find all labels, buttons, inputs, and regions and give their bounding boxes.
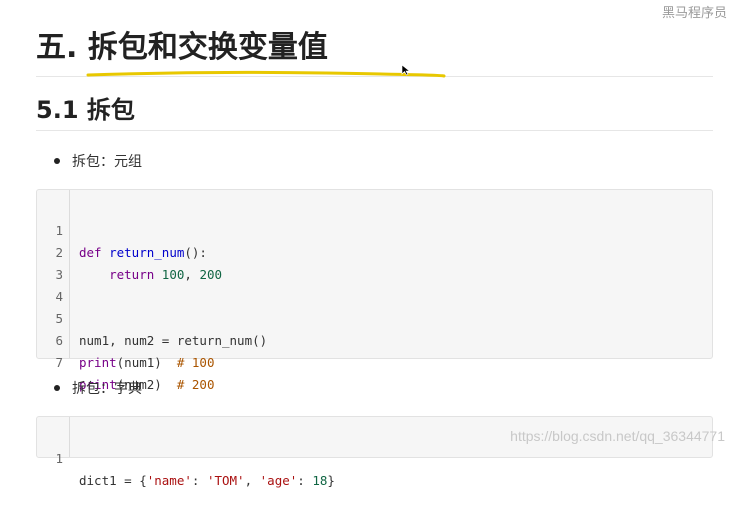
list-item: 拆包：字典 bbox=[54, 378, 142, 398]
code-text: dict1 = { bbox=[79, 473, 147, 488]
code-line: 3 bbox=[37, 242, 712, 282]
list-item-text: 拆包：元组 bbox=[72, 154, 142, 170]
code-text: : bbox=[297, 473, 313, 488]
code-text: , bbox=[244, 473, 260, 488]
code-text: } bbox=[327, 473, 335, 488]
code-number: 18 bbox=[312, 473, 328, 488]
watermark-logo-text: 黑马程序员 bbox=[661, 6, 727, 21]
code-string: 'name' bbox=[146, 473, 192, 488]
code-string: 'age' bbox=[259, 473, 298, 488]
code-comment: # 200 bbox=[176, 377, 215, 392]
bullet-icon bbox=[54, 158, 60, 164]
list-item-text: 拆包：字典 bbox=[72, 381, 142, 397]
code-line: 4 bbox=[37, 264, 712, 304]
code-line: 6 print(num1) # 100 bbox=[37, 308, 712, 370]
code-string: 'TOM' bbox=[206, 473, 245, 488]
code-line: 1 def return_num(): bbox=[37, 198, 712, 260]
heading-text: 五. 拆包和交换变量值 bbox=[36, 30, 328, 65]
code-text: : bbox=[191, 473, 207, 488]
section-heading: 5.1 拆包 bbox=[36, 90, 713, 131]
line-number: 7 bbox=[55, 355, 63, 370]
code-line: 5 num1, num2 = return_num() bbox=[37, 286, 712, 348]
watermark-url: https://blog.csdn.net/qq_36344771 bbox=[510, 428, 725, 444]
code-comment: # 100 bbox=[176, 355, 215, 370]
line-number: 1 bbox=[55, 451, 63, 466]
mouse-cursor-icon bbox=[401, 64, 411, 76]
page-heading: 五. 拆包和交换变量值 bbox=[36, 28, 713, 78]
code-line: 7 print(num2) # 200 bbox=[37, 330, 712, 392]
code-text: (num1) bbox=[116, 355, 177, 370]
bullet-icon bbox=[54, 385, 60, 391]
code-line: 2 return 100, 200 bbox=[37, 220, 712, 282]
highlight-underline bbox=[86, 70, 446, 78]
code-block[interactable]: 1 def return_num(): 2 return 100, 200 3 … bbox=[36, 189, 713, 392]
list-item: 拆包：元组 bbox=[54, 151, 142, 171]
code-keyword: print bbox=[79, 355, 117, 370]
